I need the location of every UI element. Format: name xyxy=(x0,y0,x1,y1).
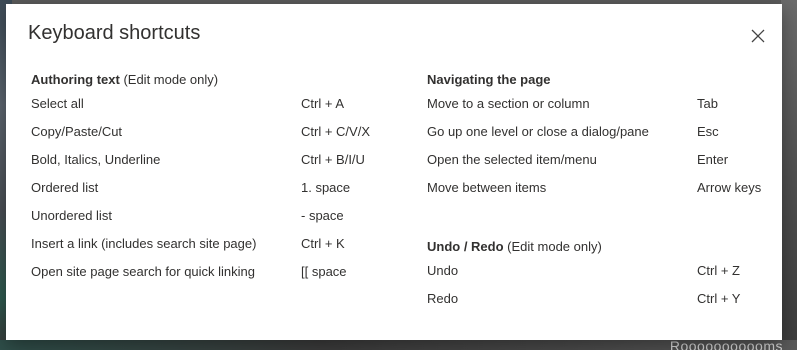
section-subtitle: (Edit mode only) xyxy=(507,239,602,254)
shortcut-row: Unordered list - space xyxy=(31,202,401,230)
shortcut-key: Ctrl + Y xyxy=(697,291,741,306)
shortcut-key: Ctrl + C/V/X xyxy=(301,124,370,139)
shortcut-key: Esc xyxy=(697,124,719,139)
undo-redo-section: Undo / Redo (Edit mode only) Undo Ctrl +… xyxy=(427,237,777,313)
section-subtitle: (Edit mode only) xyxy=(123,72,219,87)
shortcut-row: Insert a link (includes search site page… xyxy=(31,230,401,258)
section-header: Undo / Redo (Edit mode only) xyxy=(427,237,777,257)
shortcut-key: Ctrl + K xyxy=(301,236,345,251)
navigating-page-section: Navigating the page Move to a section or… xyxy=(427,70,777,202)
section-title: Authoring text xyxy=(31,72,120,87)
shortcut-row: Open the selected item/menu Enter xyxy=(427,146,777,174)
shortcut-row: Move to a section or column Tab xyxy=(427,90,777,118)
dialog-title: Keyboard shortcuts xyxy=(28,22,201,44)
authoring-text-section: Authoring text (Edit mode only) Select a… xyxy=(31,70,401,306)
shortcut-description: Undo xyxy=(427,263,459,278)
shortcut-row: Select all Ctrl + A xyxy=(31,90,401,118)
shortcut-row: Move between items Arrow keys xyxy=(427,174,777,202)
shortcut-description: Go up one level or close a dialog/pane xyxy=(427,124,649,139)
shortcut-key: Arrow keys xyxy=(697,180,762,195)
shortcut-key: Tab xyxy=(697,96,718,111)
shortcut-row: Open site page search for quick linking … xyxy=(31,258,401,306)
shortcut-key: Ctrl + Z xyxy=(697,263,740,278)
shortcut-description: Insert a link (includes search site page… xyxy=(31,236,257,251)
shortcut-row: Copy/Paste/Cut Ctrl + C/V/X xyxy=(31,118,401,146)
shortcut-row: Bold, Italics, Underline Ctrl + B/I/U xyxy=(31,146,401,174)
close-icon xyxy=(751,29,765,43)
shortcut-row: Redo Ctrl + Y xyxy=(427,285,777,313)
shortcut-description: Open site page search for quick linking xyxy=(31,264,256,279)
shortcut-key: Ctrl + A xyxy=(301,96,344,111)
shortcut-key: [[ space xyxy=(301,264,347,279)
shortcut-row: Undo Ctrl + Z xyxy=(427,257,777,285)
shortcut-description: Ordered list xyxy=(31,180,99,195)
section-title: Navigating the page xyxy=(427,72,551,87)
shortcut-description: Select all xyxy=(31,96,84,111)
keyboard-shortcuts-dialog: Keyboard shortcuts Authoring text (Edit … xyxy=(6,4,782,340)
shortcut-description: Open the selected item/menu xyxy=(427,152,597,167)
background-right-strip xyxy=(781,0,797,350)
shortcut-key: 1. space xyxy=(301,180,351,195)
shortcut-key: Enter xyxy=(697,152,729,167)
section-title: Undo / Redo xyxy=(427,239,504,254)
shortcut-description: Move between items xyxy=(427,180,547,195)
close-button[interactable] xyxy=(744,22,772,50)
shortcut-description: Copy/Paste/Cut xyxy=(31,124,123,139)
shortcut-description: Redo xyxy=(427,291,459,306)
shortcut-key: Ctrl + B/I/U xyxy=(301,152,365,167)
shortcut-description: Move to a section or column xyxy=(427,96,590,111)
shortcut-description: Unordered list xyxy=(31,208,112,223)
section-header: Authoring text (Edit mode only) xyxy=(31,70,401,90)
section-header: Navigating the page xyxy=(427,70,777,90)
shortcut-row: Ordered list 1. space xyxy=(31,174,401,202)
shortcut-key: - space xyxy=(301,208,344,223)
shortcut-description: Bold, Italics, Underline xyxy=(31,152,161,167)
shortcut-row: Go up one level or close a dialog/pane E… xyxy=(427,118,777,146)
